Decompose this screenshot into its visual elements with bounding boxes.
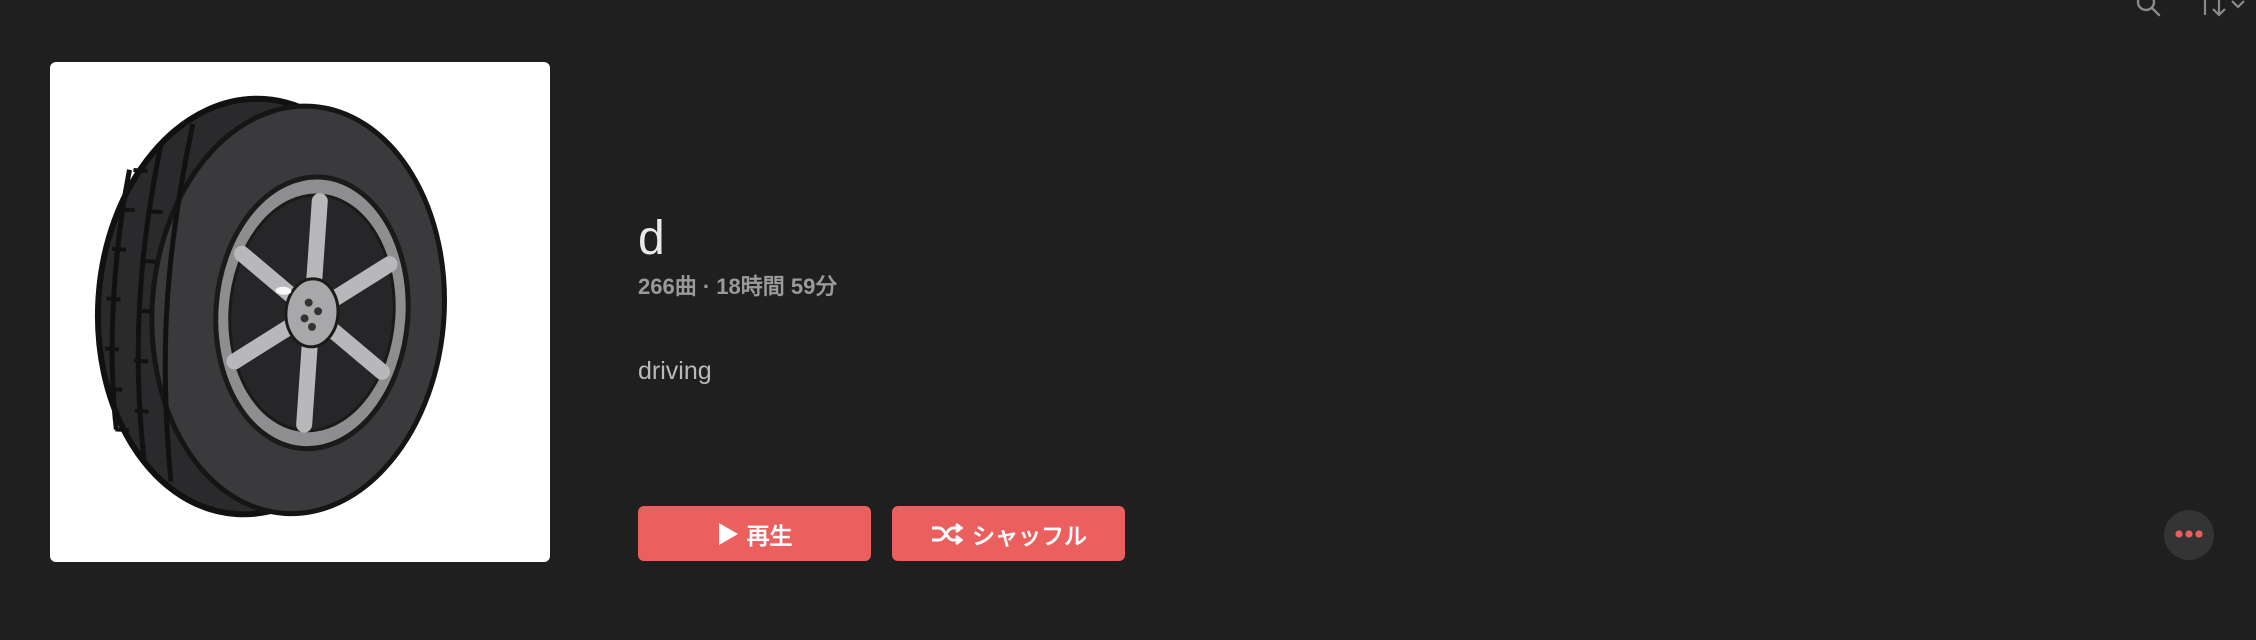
search-button[interactable] xyxy=(2128,0,2168,26)
top-toolbar xyxy=(2128,0,2256,26)
more-options-button[interactable] xyxy=(2164,510,2214,560)
playlist-description: driving xyxy=(638,357,712,385)
play-button-label: 再生 xyxy=(746,523,793,550)
sort-button[interactable] xyxy=(2196,0,2256,26)
ellipsis-icon xyxy=(2174,526,2204,544)
shuffle-button-label: シャッフル xyxy=(972,523,1087,550)
playlist-actions: 再生 シャッフル xyxy=(638,506,1125,561)
chevron-down-icon xyxy=(2230,0,2246,24)
playlist-info: d 266曲 · 18時間 59分 xyxy=(638,210,837,302)
playlist-page: d 266曲 · 18時間 59分 driving 再生 シャッフル xyxy=(0,0,2256,640)
play-icon xyxy=(717,522,739,546)
shuffle-button[interactable]: シャッフル xyxy=(892,506,1125,561)
car-tire-icon xyxy=(50,62,550,562)
playlist-title: d xyxy=(638,212,665,265)
sort-arrows-icon xyxy=(2196,0,2230,24)
playlist-artwork[interactable] xyxy=(50,62,550,562)
shuffle-icon xyxy=(930,522,964,546)
play-button[interactable]: 再生 xyxy=(638,506,871,561)
search-icon xyxy=(2134,0,2162,23)
playlist-meta: 266曲 · 18時間 59分 xyxy=(638,274,838,299)
